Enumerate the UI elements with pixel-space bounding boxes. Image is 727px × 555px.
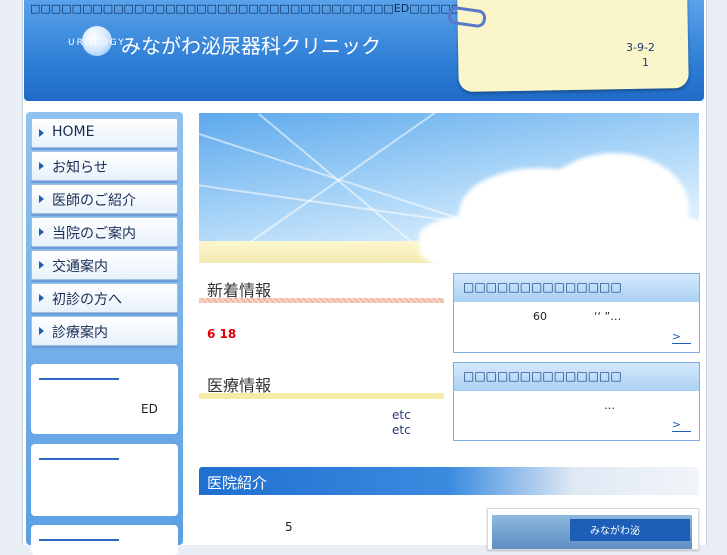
sidebar-box-text: ED [141, 402, 158, 416]
nav-item-label: お知らせ [52, 160, 108, 176]
nav-item-label: 診療案内 [52, 325, 108, 341]
news-underline [199, 298, 444, 303]
arrow-right-icon [39, 162, 44, 170]
address-line-1: 3-9-2 [626, 41, 655, 54]
logo-text: UROLOGY [68, 38, 126, 48]
arrow-right-icon [39, 195, 44, 203]
medical-etc-1[interactable]: etc [392, 408, 411, 422]
clinic-photo: みながわ泌 [487, 508, 699, 550]
divider [39, 539, 119, 541]
info-box-1: □□□□□□□□□□□□□□ 60 ‘‘ ”… > [453, 273, 700, 353]
clinic-sign: みながわ泌 [570, 519, 690, 541]
arrow-right-icon [39, 228, 44, 236]
nav-item-label: HOME [52, 124, 95, 140]
medical-underline [199, 393, 444, 399]
info-box-title: □□□□□□□□□□□□□□ [463, 369, 622, 383]
nav-item-clinic-guide[interactable]: 当院のご案内 [31, 217, 178, 247]
sidebar-box-ed: ED [31, 364, 178, 434]
nav-item-label: 当院のご案内 [52, 226, 136, 242]
more-link[interactable]: > [671, 418, 691, 432]
info-box-header: □□□□□□□□□□□□□□ [454, 274, 699, 302]
info-box-title: □□□□□□□□□□□□□□ [463, 280, 622, 294]
arrow-right-icon [39, 261, 44, 269]
info-box-header: □□□□□□□□□□□□□□ [454, 363, 699, 391]
clinic-sign-text: みながわ泌 [590, 526, 640, 537]
info-box-quote: ‘‘ ”… [594, 310, 622, 323]
arrow-right-icon [39, 294, 44, 302]
nav-item-doctor[interactable]: 医師のご紹介 [31, 184, 178, 214]
divider [39, 458, 119, 460]
sidebar: HOME お知らせ 医師のご紹介 当院のご案内 交通案内 初診の方へ 診療案内 … [26, 112, 183, 555]
intro-number: 5 [285, 520, 293, 534]
nav-item-treatment[interactable]: 診療案内 [31, 316, 178, 346]
intro-header: 医院紹介 [199, 467, 699, 495]
nav-item-label: 医師のご紹介 [52, 193, 136, 209]
info-box-number: 60 [533, 310, 547, 323]
nav-item-first-visit[interactable]: 初診の方へ [31, 283, 178, 313]
nav-item-label: 交通案内 [52, 259, 108, 275]
news-date[interactable]: 6 18 [207, 327, 236, 341]
nav-item-news[interactable]: お知らせ [31, 151, 178, 181]
divider [39, 378, 119, 380]
medical-etc-2[interactable]: etc [392, 423, 411, 437]
info-box-2: □□□□□□□□□□□□□□ … > [453, 362, 700, 441]
intro-title: 医院紹介 [207, 474, 268, 492]
sidebar-box-2 [31, 444, 178, 516]
sidebar-box-3 [31, 525, 178, 555]
address-line-2: 1 [642, 56, 649, 69]
arrow-right-icon [39, 327, 44, 335]
info-box-text: … [604, 399, 615, 412]
more-link[interactable]: > [671, 330, 691, 344]
nav-item-access[interactable]: 交通案内 [31, 250, 178, 280]
hero-image [199, 113, 699, 263]
clinic-name[interactable]: みながわ泌尿器科クリニック [121, 30, 381, 59]
arrow-right-icon [39, 129, 44, 137]
nav-item-home[interactable]: HOME [31, 118, 178, 148]
nav-item-label: 初診の方へ [52, 292, 122, 308]
